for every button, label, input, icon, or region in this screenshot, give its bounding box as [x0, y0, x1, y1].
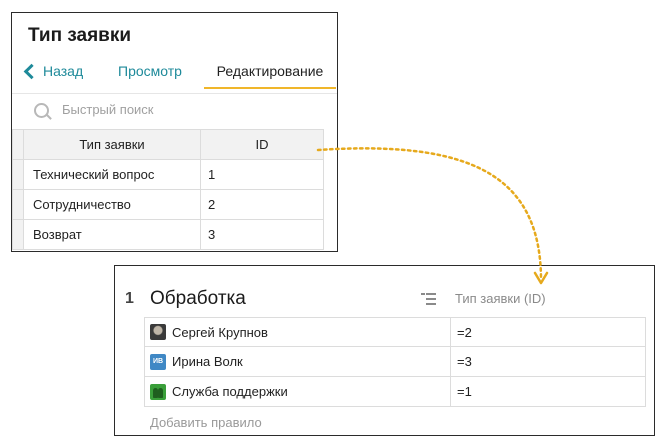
processing-panel: 1 Обработка Тип заявки (ID) Сергей Крупн… — [114, 265, 655, 436]
row-gutter — [12, 189, 24, 220]
list-indent-icon[interactable] — [421, 293, 436, 305]
table-row[interactable]: Технический вопрос 1 — [12, 159, 324, 190]
rule-condition[interactable]: =1 — [451, 377, 645, 406]
cell-id[interactable]: 3 — [200, 219, 324, 250]
assignee-name: Сергей Крупнов — [172, 324, 268, 340]
rule-assignee[interactable]: Сергей Крупнов — [145, 318, 451, 346]
request-type-table: Тип заявки ID Технический вопрос 1 Сотру… — [12, 129, 324, 250]
initials-avatar-icon: ИВ — [150, 353, 166, 370]
search-input[interactable] — [60, 101, 264, 118]
table-row[interactable]: Сотрудничество 2 — [12, 189, 324, 220]
user-avatar-icon — [150, 324, 166, 340]
cell-id[interactable]: 1 — [200, 159, 324, 190]
cell-type[interactable]: Сотрудничество — [23, 189, 201, 220]
chevron-left-icon — [23, 63, 40, 80]
rule-list: Сергей Крупнов =2 ИВ Ирина Волк =3 Служб… — [144, 317, 646, 407]
tab-view[interactable]: Просмотр — [118, 63, 182, 79]
rule-assignee[interactable]: Служба поддержки — [145, 377, 451, 406]
back-link[interactable]: Назад — [23, 63, 84, 80]
rule-row[interactable]: ИВ Ирина Волк =3 — [144, 347, 646, 377]
quick-search — [12, 93, 337, 128]
column-header-type[interactable]: Тип заявки — [23, 129, 201, 160]
rule-row[interactable]: Служба поддержки =1 — [144, 377, 646, 407]
rule-row[interactable]: Сергей Крупнов =2 — [144, 317, 646, 347]
column-label: Тип заявки (ID) — [455, 291, 546, 306]
assignee-name: Ирина Волк — [172, 354, 243, 369]
column-header-id[interactable]: ID — [200, 129, 324, 160]
assignee-name: Служба поддержки — [172, 384, 288, 399]
tab-edit[interactable]: Редактирование — [204, 59, 336, 89]
add-rule-link[interactable]: Добавить правило — [150, 415, 262, 430]
request-type-panel: Тип заявки Назад Просмотр Редактирование… — [11, 12, 338, 252]
cell-type[interactable]: Технический вопрос — [23, 159, 201, 190]
back-label: Назад — [43, 63, 84, 79]
group-icon — [150, 383, 166, 400]
row-gutter — [12, 159, 24, 190]
rule-condition[interactable]: =2 — [451, 318, 645, 346]
step-title: Обработка — [150, 288, 246, 309]
panel-title: Тип заявки — [28, 25, 132, 46]
rule-assignee[interactable]: ИВ Ирина Волк — [145, 347, 451, 376]
rule-condition[interactable]: =3 — [451, 347, 645, 376]
tab-bar: Назад Просмотр Редактирование — [12, 59, 337, 91]
search-icon — [34, 103, 49, 118]
table-row[interactable]: Возврат 3 — [12, 219, 324, 250]
cell-type[interactable]: Возврат — [23, 219, 201, 250]
row-gutter — [12, 219, 24, 250]
step-number: 1 — [125, 290, 134, 307]
row-gutter — [12, 129, 24, 160]
table-header-row: Тип заявки ID — [12, 129, 324, 160]
cell-id[interactable]: 2 — [200, 189, 324, 220]
